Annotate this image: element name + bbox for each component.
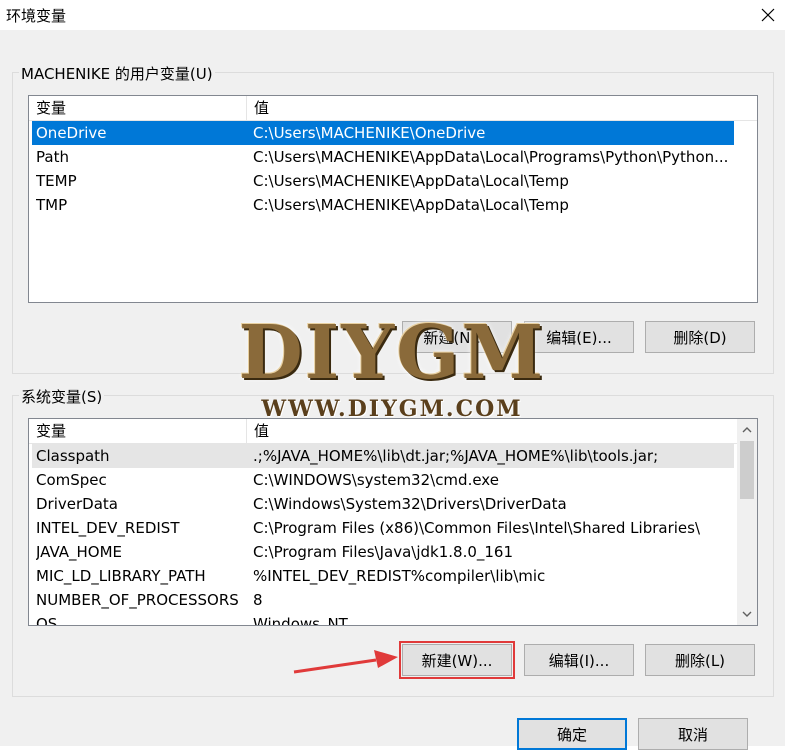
variable-value: C:\Users\MACHENIKE\OneDrive: [253, 124, 486, 142]
variable-name: TMP: [36, 196, 68, 214]
variable-name: JAVA_HOME: [36, 543, 123, 561]
table-row[interactable]: OneDrive C:\Users\MACHENIKE\OneDrive: [32, 121, 734, 145]
system-new-button[interactable]: 新建(W)...: [399, 641, 515, 679]
scroll-thumb[interactable]: [740, 441, 754, 499]
table-row[interactable]: Path C:\Users\MACHENIKE\AppData\Local\Pro…: [32, 145, 734, 169]
column-header-variable[interactable]: 变量: [29, 96, 246, 120]
variable-name: NUMBER_OF_PROCESSORS: [36, 591, 239, 609]
scroll-down-arrow[interactable]: [737, 605, 757, 623]
ok-button[interactable]: 确定: [517, 718, 627, 750]
system-vars-header: 变量 值: [29, 419, 737, 444]
variable-value: C:\Users\MACHENIKE\AppData\Local\Program…: [253, 148, 729, 166]
variable-name: OneDrive: [36, 124, 107, 142]
variable-name: OS: [36, 615, 58, 626]
system-delete-button[interactable]: 删除(L): [645, 644, 755, 676]
variable-value: .;%JAVA_HOME%\lib\dt.jar;%JAVA_HOME%\lib…: [253, 447, 659, 465]
user-vars-label: MACHENIKE 的用户变量(U): [19, 63, 215, 84]
column-header-value[interactable]: 值: [247, 419, 727, 443]
user-edit-button[interactable]: 编辑(E)...: [524, 321, 634, 353]
variable-name: ComSpec: [36, 471, 107, 489]
system-edit-button[interactable]: 编辑(I)...: [524, 644, 634, 676]
variable-name: TEMP: [36, 172, 77, 190]
variable-value: C:\Users\MACHENIKE\AppData\Local\Temp: [253, 172, 569, 190]
cancel-button[interactable]: 取消: [638, 718, 748, 750]
variable-value: %INTEL_DEV_REDIST%compiler\lib\mic: [253, 567, 546, 585]
annotation-arrow-icon: [293, 650, 398, 674]
user-delete-button[interactable]: 删除(D): [645, 321, 755, 353]
variable-value: C:\WINDOWS\system32\cmd.exe: [253, 471, 499, 489]
variable-value: C:\Users\MACHENIKE\AppData\Local\Temp: [253, 196, 569, 214]
table-row[interactable]: NUMBER_OF_PROCESSORS 8: [32, 588, 734, 612]
table-row[interactable]: ComSpec C:\WINDOWS\system32\cmd.exe: [32, 468, 734, 492]
user-new-button[interactable]: 新建(N)...: [402, 321, 512, 353]
variable-name: INTEL_DEV_REDIST: [36, 519, 180, 537]
table-row[interactable]: MIC_LD_LIBRARY_PATH %INTEL_DEV_REDIST%com…: [32, 564, 734, 588]
chevron-up-icon: [742, 427, 752, 433]
user-vars-list[interactable]: 变量 值 OneDrive C:\Users\MACHENIKE\OneDrive…: [28, 95, 758, 303]
user-vars-header: 变量 值: [29, 96, 757, 121]
variable-name: Path: [36, 148, 69, 166]
window-title: 环境变量: [6, 7, 67, 25]
table-row[interactable]: Classpath .;%JAVA_HOME%\lib\dt.jar;%JAVA_…: [32, 444, 734, 468]
dialog-body: MACHENIKE 的用户变量(U) 变量 值 OneDrive C:\Users…: [0, 30, 785, 750]
column-header-value[interactable]: 值: [247, 96, 727, 120]
close-button[interactable]: [750, 0, 785, 30]
table-row[interactable]: INTEL_DEV_REDIST C:\Program Files (x86)\C…: [32, 516, 734, 540]
close-icon: [761, 8, 774, 22]
table-row[interactable]: TMP C:\Users\MACHENIKE\AppData\Local\Temp: [32, 193, 734, 217]
title-bar: 环境变量: [0, 0, 785, 30]
variable-value: C:\Program Files\Java\jdk1.8.0_161: [253, 543, 514, 561]
table-row[interactable]: DriverData C:\Windows\System32\Drivers\Dr…: [32, 492, 734, 516]
variable-value: 8: [253, 591, 263, 609]
variable-name: Classpath: [36, 447, 110, 465]
system-vars-scrollbar[interactable]: [737, 419, 757, 625]
variable-value: C:\Windows\System32\Drivers\DriverData: [253, 495, 567, 513]
chevron-down-icon: [742, 611, 752, 617]
table-row[interactable]: OS Windows_NT: [32, 612, 734, 626]
system-vars-list[interactable]: 变量 值 Classpath .;%JAVA_HOME%\lib\dt.jar;%…: [28, 418, 758, 626]
table-row[interactable]: TEMP C:\Users\MACHENIKE\AppData\Local\Tem…: [32, 169, 734, 193]
variable-name: MIC_LD_LIBRARY_PATH: [36, 567, 206, 585]
variable-value: C:\Program Files (x86)\Common Files\Inte…: [253, 519, 701, 537]
column-header-variable[interactable]: 变量: [29, 419, 246, 443]
scroll-up-arrow[interactable]: [737, 421, 757, 439]
variable-value: Windows_NT: [253, 615, 348, 626]
variable-name: DriverData: [36, 495, 118, 513]
table-row[interactable]: JAVA_HOME C:\Program Files\Java\jdk1.8.0_…: [32, 540, 734, 564]
system-vars-label: 系统变量(S): [19, 386, 105, 407]
